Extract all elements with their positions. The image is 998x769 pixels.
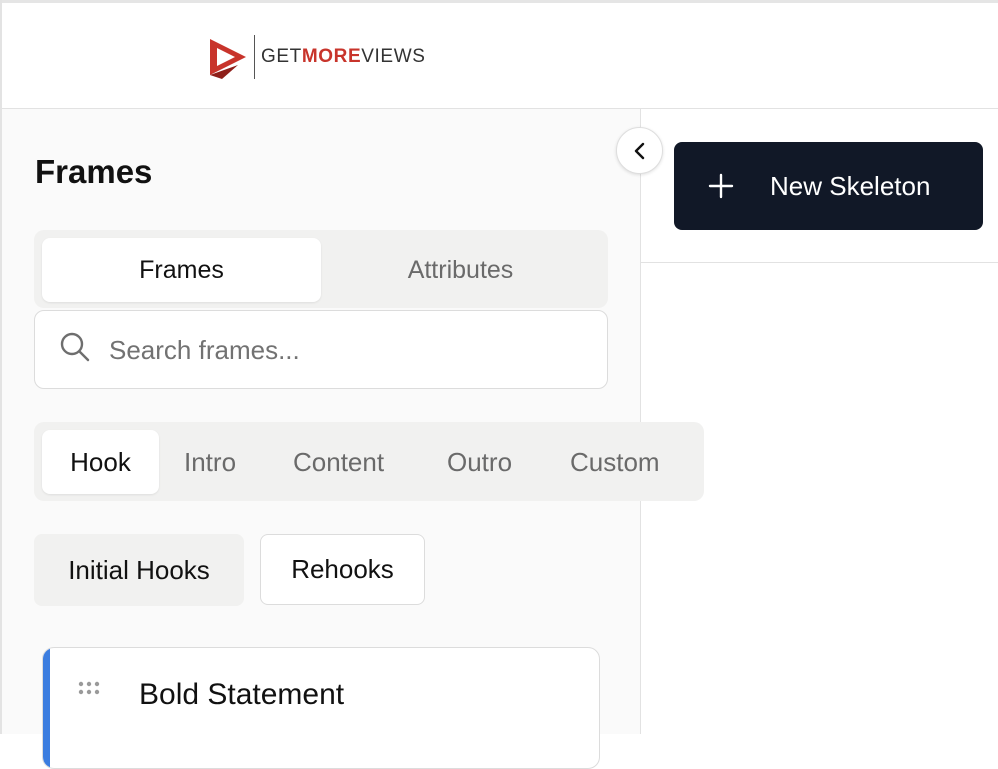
tab-frames[interactable]: Frames xyxy=(42,238,321,302)
category-tab-intro[interactable]: Intro xyxy=(184,430,236,494)
logo-divider xyxy=(254,35,255,79)
plus-icon xyxy=(708,173,734,199)
frames-sidebar: Frames Frames Attributes Hook Intro Cont… xyxy=(2,109,704,769)
new-skeleton-button[interactable]: New Skeleton xyxy=(674,142,983,230)
collapse-sidebar-button[interactable] xyxy=(616,127,663,174)
category-tab-hook[interactable]: Hook xyxy=(42,430,159,494)
frame-card-title: Bold Statement xyxy=(139,678,345,711)
brand-wordmark: GETMOREVIEWS xyxy=(261,46,426,68)
brand-wordmark-prefix: GET xyxy=(261,46,302,67)
frame-card[interactable]: Bold Statement xyxy=(42,647,600,769)
brand-wordmark-suffix: VIEWS xyxy=(361,46,426,67)
chevron-left-icon xyxy=(634,142,644,159)
sidebar-title: Frames xyxy=(35,153,153,190)
category-tab-content[interactable]: Content xyxy=(293,430,384,494)
search-box xyxy=(34,310,608,389)
drag-handle-icon[interactable] xyxy=(77,680,105,696)
category-tab-custom[interactable]: Custom xyxy=(570,430,660,494)
brand-logo[interactable]: GETMOREVIEWS xyxy=(208,33,426,81)
category-tab-outro[interactable]: Outro xyxy=(447,430,512,494)
search-icon xyxy=(60,332,90,362)
new-skeleton-label: New Skeleton xyxy=(770,170,931,201)
filter-rehooks[interactable]: Rehooks xyxy=(260,534,425,605)
app-header: GETMOREVIEWS xyxy=(2,3,998,109)
search-input[interactable] xyxy=(107,325,591,375)
category-tabs: Hook Intro Content Outro Custom xyxy=(34,422,704,501)
frame-card-accent xyxy=(43,648,50,768)
play-logo-icon xyxy=(210,39,246,79)
view-toggle: Frames Attributes xyxy=(34,230,608,308)
filter-initial-hooks[interactable]: Initial Hooks xyxy=(34,534,244,606)
brand-wordmark-accent: MORE xyxy=(301,46,362,67)
tab-attributes[interactable]: Attributes xyxy=(321,238,600,302)
